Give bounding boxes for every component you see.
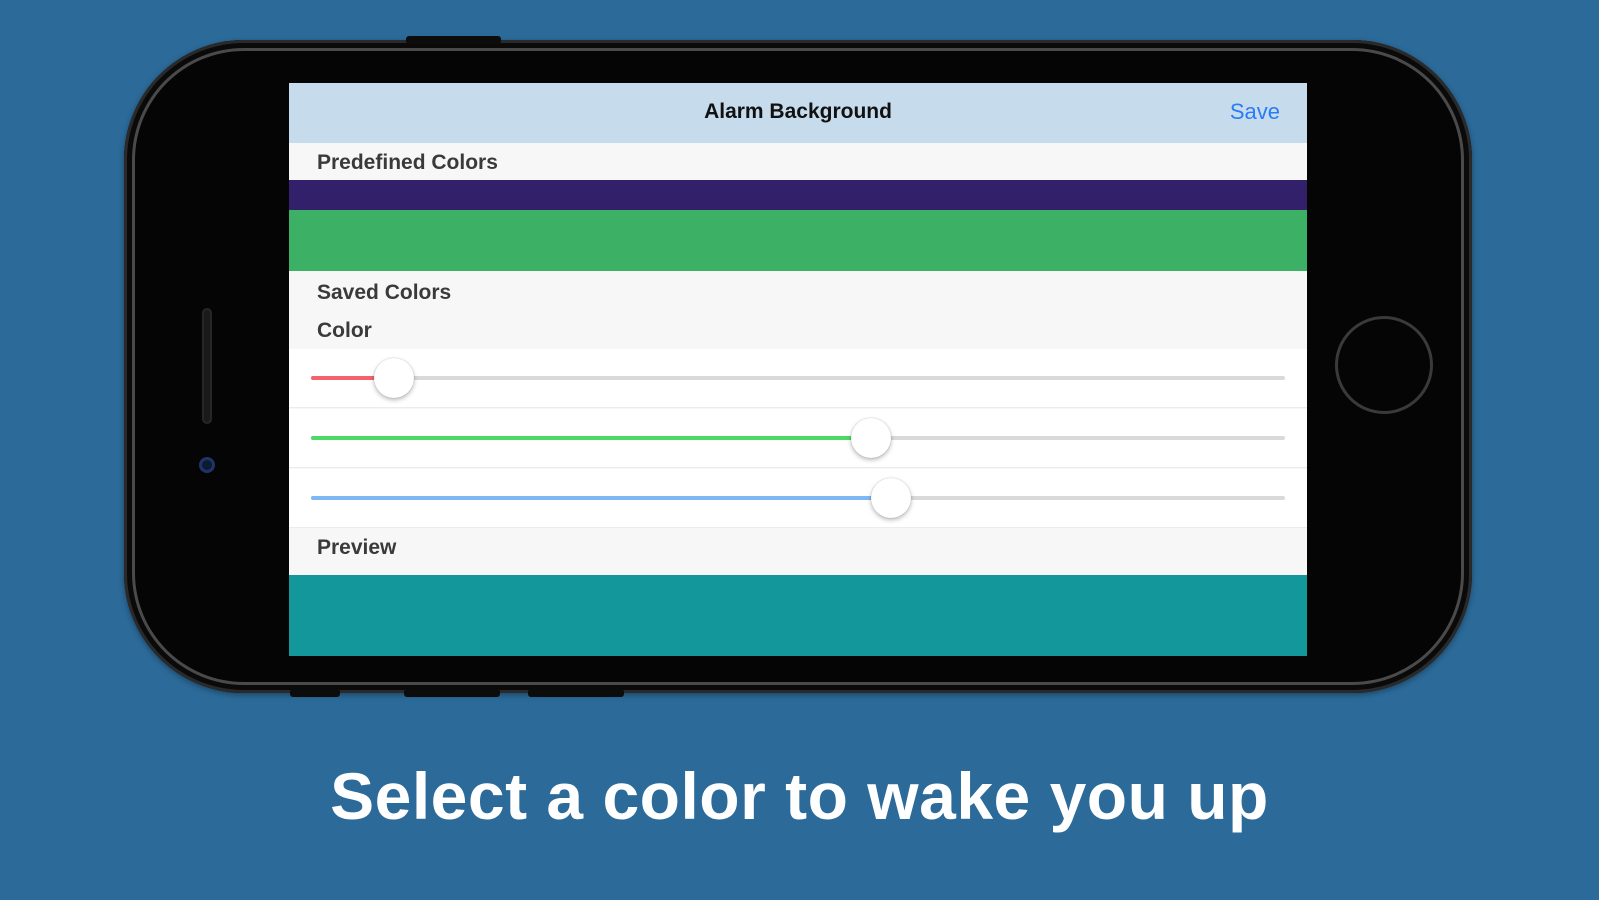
saved-colors-header: Saved Colors xyxy=(317,281,452,304)
camera-icon xyxy=(199,457,215,473)
save-button[interactable]: Save xyxy=(1230,99,1280,125)
app-store-screenshot: Alarm Background Save Predefined Colors … xyxy=(0,0,1599,900)
green-slider-thumb[interactable] xyxy=(851,418,892,458)
predefined-colors-header: Predefined Colors xyxy=(317,151,498,174)
volume-up-button xyxy=(404,689,500,697)
green-slider-fill xyxy=(311,436,872,440)
marketing-caption: Select a color to wake you up xyxy=(330,759,1269,833)
volume-button xyxy=(406,36,501,44)
blue-slider[interactable] xyxy=(311,478,1285,518)
red-slider-thumb[interactable] xyxy=(373,358,414,398)
blue-slider-thumb[interactable] xyxy=(870,478,911,518)
predefined-color-swatch[interactable] xyxy=(289,180,1307,210)
predefined-color-swatch[interactable] xyxy=(289,210,1307,271)
color-preview xyxy=(289,575,1307,656)
blue-slider-fill xyxy=(311,496,891,500)
blue-slider-row xyxy=(289,469,1307,528)
green-slider[interactable] xyxy=(311,418,1285,458)
page-title: Alarm Background xyxy=(704,100,892,123)
home-button[interactable] xyxy=(1335,316,1433,414)
volume-down-button xyxy=(528,689,624,697)
red-slider-row xyxy=(289,349,1307,408)
preview-header: Preview xyxy=(317,536,397,559)
green-slider-row xyxy=(289,409,1307,468)
mute-switch xyxy=(290,689,340,697)
alarm-background-screen: Alarm Background Save Predefined Colors … xyxy=(289,83,1307,656)
earpiece-speaker xyxy=(202,308,212,424)
red-slider[interactable] xyxy=(311,358,1285,398)
color-header: Color xyxy=(317,319,372,342)
navigation-bar: Alarm Background Save xyxy=(289,83,1307,143)
